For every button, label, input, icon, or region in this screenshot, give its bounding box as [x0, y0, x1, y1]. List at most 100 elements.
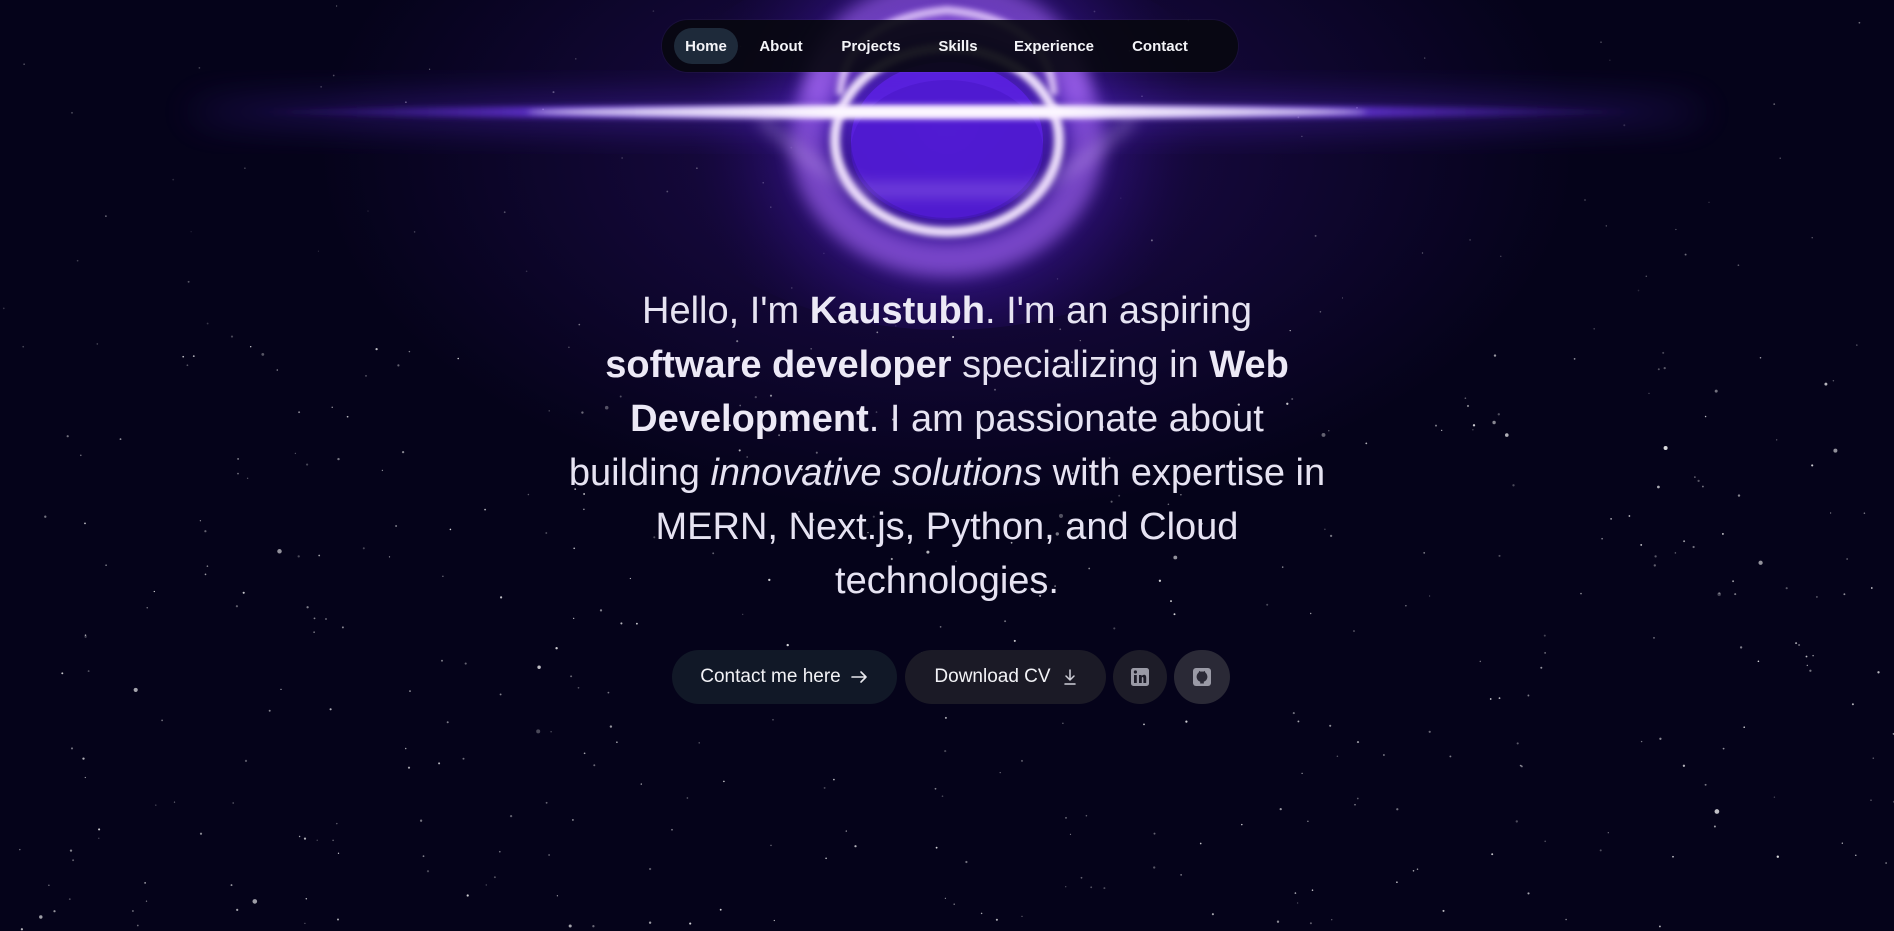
- star: [1776, 439, 1778, 441]
- star: [1013, 639, 1016, 642]
- star: [1833, 448, 1838, 453]
- star: [1846, 558, 1848, 560]
- star: [493, 876, 496, 879]
- star: [1856, 344, 1858, 346]
- star: [337, 457, 340, 461]
- nav-about[interactable]: About: [742, 28, 820, 64]
- star: [845, 830, 847, 832]
- star: [96, 343, 99, 345]
- nav-experience[interactable]: Experience: [998, 28, 1110, 64]
- star: [1472, 429, 1474, 431]
- nav-skills[interactable]: Skills: [922, 28, 994, 64]
- github-icon: [1192, 667, 1212, 687]
- star: [1185, 720, 1188, 723]
- star: [1416, 868, 1419, 870]
- star: [648, 867, 652, 871]
- star: [1832, 380, 1835, 382]
- star: [786, 643, 789, 647]
- star: [1353, 630, 1355, 632]
- star: [1863, 512, 1866, 514]
- star: [689, 922, 692, 925]
- star: [1732, 580, 1735, 583]
- star: [237, 457, 240, 460]
- star: [316, 839, 318, 841]
- star: [407, 766, 411, 769]
- star: [294, 452, 297, 455]
- star: [1396, 881, 1398, 884]
- star: [153, 590, 155, 593]
- hero-actions: Contact me here Download CV: [0, 650, 1894, 704]
- star: [620, 622, 623, 625]
- star: [1855, 854, 1857, 857]
- star: [252, 899, 258, 904]
- star: [1704, 783, 1707, 786]
- star: [1336, 755, 1339, 758]
- star: [1734, 593, 1737, 596]
- star: [1412, 870, 1415, 872]
- star: [204, 573, 207, 576]
- star: [161, 719, 163, 722]
- star: [1449, 755, 1452, 758]
- star: [1798, 643, 1801, 647]
- star: [499, 596, 503, 599]
- star: [72, 859, 75, 862]
- star: [426, 870, 430, 873]
- star: [82, 757, 85, 760]
- star: [1356, 797, 1359, 800]
- star: [1180, 874, 1182, 876]
- star: [556, 895, 559, 897]
- contact-me-button[interactable]: Contact me here: [672, 650, 897, 704]
- star: [1662, 351, 1665, 354]
- star: [337, 852, 340, 854]
- star: [1143, 723, 1145, 726]
- nav-contact[interactable]: Contact: [1114, 28, 1206, 64]
- star: [1080, 876, 1083, 879]
- star: [466, 894, 469, 897]
- star: [1085, 814, 1088, 817]
- star: [1543, 634, 1546, 637]
- star: [1653, 637, 1655, 639]
- nav-home[interactable]: Home: [674, 28, 738, 64]
- star: [182, 355, 185, 358]
- download-cv-button[interactable]: Download CV: [905, 650, 1106, 704]
- star: [155, 804, 157, 806]
- star: [939, 626, 942, 628]
- star: [1472, 424, 1476, 427]
- star: [1491, 853, 1494, 856]
- star: [1497, 413, 1500, 416]
- star: [1714, 809, 1720, 814]
- star: [719, 908, 722, 911]
- star: [1870, 587, 1873, 589]
- star: [484, 508, 487, 511]
- star: [550, 731, 552, 733]
- star: [381, 469, 384, 472]
- star: [449, 528, 452, 531]
- hero-emphasis: innovative solutions: [710, 452, 1043, 494]
- star: [980, 912, 983, 915]
- star: [69, 849, 73, 852]
- star: [1435, 424, 1437, 427]
- star: [276, 369, 279, 371]
- star: [485, 884, 488, 886]
- star: [1773, 796, 1776, 798]
- star: [1311, 889, 1314, 891]
- star: [1004, 620, 1007, 623]
- star: [365, 375, 367, 377]
- star: [395, 525, 398, 527]
- linkedin-button[interactable]: [1113, 650, 1167, 704]
- download-cv-label: Download CV: [934, 666, 1051, 687]
- star: [84, 635, 87, 638]
- star: [1428, 730, 1431, 733]
- star: [1516, 742, 1519, 745]
- nav-projects[interactable]: Projects: [824, 28, 918, 64]
- github-button[interactable]: [1174, 650, 1230, 704]
- star: [823, 786, 826, 789]
- star: [80, 454, 82, 457]
- star: [19, 848, 21, 851]
- star: [1663, 445, 1668, 451]
- star: [536, 729, 541, 734]
- star: [446, 721, 449, 724]
- star: [48, 884, 50, 886]
- star: [1493, 354, 1497, 357]
- star: [235, 605, 239, 608]
